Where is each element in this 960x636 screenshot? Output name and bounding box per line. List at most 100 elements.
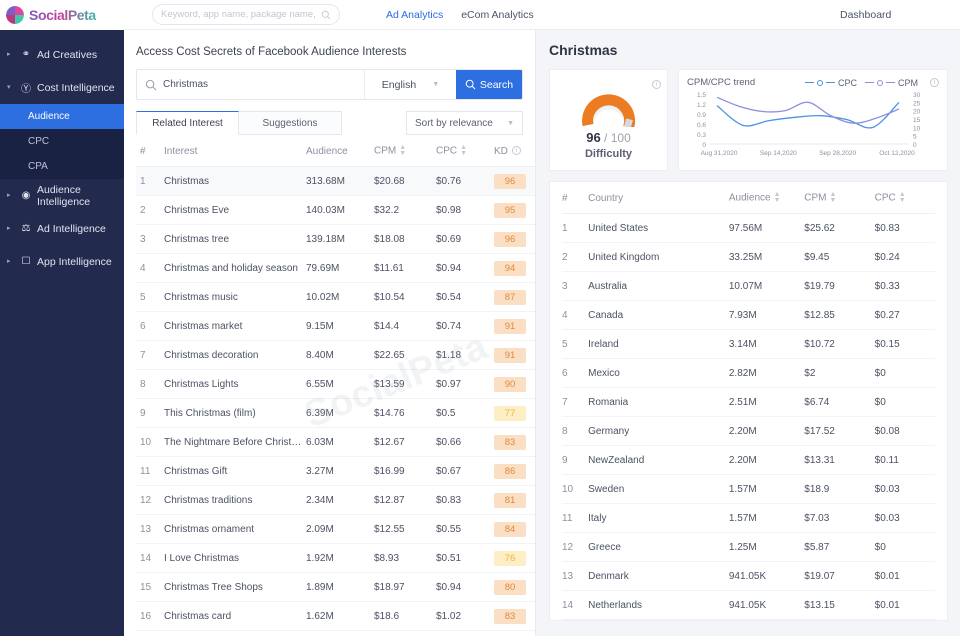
country-table-head: # Country Audience ▲ ▼ CPM ▲ ▼ CPC ▲ ▼: [562, 182, 935, 214]
sidebar-item-app-intelligence[interactable]: ▸ ☐ App Intelligence: [0, 245, 124, 278]
table-row[interactable]: 2 United Kingdom 33.25M $9.45 $0.24: [562, 242, 935, 272]
cell-audience: 313.68M: [306, 166, 374, 196]
table-row[interactable]: 9 NewZealand 2.20M $13.31 $0.11: [562, 445, 935, 475]
cell-kd: 77: [494, 398, 535, 428]
table-row[interactable]: 15 Christmas Tree Shops 1.89M $18.97 $0.94 80: [136, 572, 535, 602]
table-row[interactable]: 12 Greece 1.25M $5.87 $0: [562, 532, 935, 562]
sidebar-item-audience-intelligence[interactable]: ▸ ◉ Audience Intelligence: [0, 179, 124, 212]
table-row[interactable]: 1 Christmas 313.68M $20.68 $0.76 96: [136, 166, 535, 196]
cell-audience: 10.02M: [306, 282, 374, 312]
sidebar-item-audience[interactable]: Audience: [0, 104, 124, 129]
table-row[interactable]: 11 Christmas Gift 3.27M $16.99 $0.67 86: [136, 456, 535, 486]
brand-logo[interactable]: SocialPeta: [0, 0, 125, 30]
search-input[interactable]: [163, 79, 364, 90]
cell-rank: 10: [136, 427, 164, 457]
cell-interest[interactable]: Christmas and holiday season: [164, 253, 306, 283]
cell-interest[interactable]: I Love Christmas: [164, 543, 306, 573]
table-row[interactable]: 16 Christmas card 1.62M $18.6 $1.02 83: [136, 601, 535, 631]
sidebar-item-cpc[interactable]: CPC: [0, 129, 124, 154]
table-row[interactable]: 1 United States 97.56M $25.62 $0.83: [562, 213, 935, 243]
table-row[interactable]: 12 Christmas traditions 2.34M $12.87 $0.83 81: [136, 485, 535, 515]
cell-rank: 5: [136, 282, 164, 312]
table-row[interactable]: 4 Christmas and holiday season 79.69M $11.6…: [136, 253, 535, 283]
language-select[interactable]: English ▼: [364, 70, 456, 99]
cell-country: Italy: [588, 503, 729, 533]
cell-interest[interactable]: Christmas music: [164, 282, 306, 312]
keyword-field-wrap[interactable]: [137, 70, 364, 99]
table-row[interactable]: 7 Christmas decoration 8.40M $22.65 $1.18 91: [136, 340, 535, 370]
svg-text:0: 0: [702, 142, 706, 149]
legend-item-cpc[interactable]: CPC: [804, 78, 857, 88]
table-row[interactable]: 3 Australia 10.07M $19.79 $0.33: [562, 271, 935, 301]
cell-interest[interactable]: Christmas Gift: [164, 456, 306, 486]
cell-interest[interactable]: Christmas Tree Shops: [164, 572, 306, 602]
table-row[interactable]: 4 Canada 7.93M $12.85 $0.27: [562, 300, 935, 330]
search-button[interactable]: Search: [456, 70, 522, 99]
table-row[interactable]: 8 Christmas Lights 6.55M $13.59 $0.97 90: [136, 369, 535, 399]
nav-ad-analytics[interactable]: Ad Analytics: [386, 9, 443, 21]
cell-rank: 16: [136, 601, 164, 631]
table-row[interactable]: 5 Ireland 3.14M $10.72 $0.15: [562, 329, 935, 359]
tab-related-interest[interactable]: Related Interest: [136, 111, 239, 135]
col-header-cpc[interactable]: CPC ▲ ▼: [874, 182, 935, 214]
table-row[interactable]: 9 This Christmas (film) 6.39M $14.76 $0.5 77: [136, 398, 535, 428]
sidebar-item-label: Ad Creatives: [37, 48, 98, 61]
col-header-cpc[interactable]: CPC ▲ ▼: [436, 135, 494, 167]
svg-text:15: 15: [913, 117, 921, 124]
trend-legend: CPC CPM i: [804, 78, 939, 88]
cell-interest[interactable]: Christmas Lights: [164, 369, 306, 399]
sidebar-item-cpa[interactable]: CPA: [0, 154, 124, 179]
table-row[interactable]: 10 The Nightmare Before Christ… 6.03M $12.6…: [136, 427, 535, 457]
sidebar-item-ad-creatives[interactable]: ▸ ⚭ Ad Creatives: [0, 38, 124, 71]
cell-interest[interactable]: Christmas tree: [164, 224, 306, 254]
cell-cpc: $0.5: [436, 398, 494, 428]
global-search-input[interactable]: [161, 9, 317, 20]
table-row[interactable]: 14 Netherlands 941.05K $13.15 $0.01: [562, 590, 935, 620]
cell-interest[interactable]: The Nightmare Before Christ…: [164, 427, 306, 457]
table-row[interactable]: 13 Christmas ornament 2.09M $12.55 $0.55 84: [136, 514, 535, 544]
table-row[interactable]: 10 Sweden 1.57M $18.9 $0.03: [562, 474, 935, 504]
cell-interest[interactable]: This Christmas (film): [164, 398, 306, 428]
table-row[interactable]: 6 Mexico 2.82M $2 $0: [562, 358, 935, 388]
info-icon[interactable]: i: [652, 76, 661, 94]
cell-interest[interactable]: Christmas decoration: [164, 340, 306, 370]
table-header-row: # Country Audience ▲ ▼ CPM ▲ ▼ CPC ▲ ▼: [562, 182, 935, 214]
cell-interest[interactable]: Christmas ornament: [164, 514, 306, 544]
sort-select[interactable]: Sort by relevance ▼: [406, 111, 523, 135]
cell-cpm: $13.59: [374, 369, 436, 399]
interest-search-bar: English ▼ Search: [136, 69, 523, 100]
cell-audience: 1.62M: [306, 601, 374, 631]
table-row[interactable]: 8 Germany 2.20M $17.52 $0.08: [562, 416, 935, 446]
cell-interest[interactable]: Christmas: [164, 166, 306, 196]
col-header-audience[interactable]: Audience ▲ ▼: [728, 182, 805, 214]
nav-dashboard[interactable]: Dashboard: [840, 0, 891, 30]
difficulty-label: Difficulty: [584, 147, 633, 160]
tab-suggestions[interactable]: Suggestions: [239, 111, 342, 135]
sidebar-item-ad-intelligence[interactable]: ▸ ⚖ Ad Intelligence: [0, 212, 124, 245]
cell-rank: 11: [562, 503, 589, 533]
cell-cpm: $7.03: [804, 503, 875, 533]
cell-cpm: $18.97: [374, 572, 436, 602]
table-row[interactable]: 3 Christmas tree 139.18M $18.08 $0.69 96: [136, 224, 535, 254]
table-row[interactable]: 6 Christmas market 9.15M $14.4 $0.74 91: [136, 311, 535, 341]
col-header-cpm[interactable]: CPM ▲ ▼: [374, 135, 436, 167]
cell-interest[interactable]: Christmas card: [164, 601, 306, 631]
cell-cpc: $0: [874, 387, 935, 417]
nav-ecom-analytics[interactable]: eCom Analytics: [461, 9, 533, 21]
info-icon[interactable]: i: [930, 78, 939, 87]
cell-audience: 6.03M: [306, 427, 374, 457]
dollar-circle-icon: Ⓨ: [21, 84, 31, 95]
table-row[interactable]: 13 Denmark 941.05K $19.07 $0.01: [562, 561, 935, 591]
cell-interest[interactable]: Christmas Eve: [164, 195, 306, 225]
global-search[interactable]: [152, 4, 340, 25]
sidebar-item-cost-intelligence[interactable]: ▾ Ⓨ Cost Intelligence: [0, 71, 124, 104]
table-row[interactable]: 2 Christmas Eve 140.03M $32.2 $0.98 95: [136, 195, 535, 225]
cell-interest[interactable]: Christmas traditions: [164, 485, 306, 515]
legend-item-cpm[interactable]: CPM: [865, 78, 918, 88]
col-header-cpm[interactable]: CPM ▲ ▼: [804, 182, 875, 214]
table-row[interactable]: 7 Romania 2.51M $6.74 $0: [562, 387, 935, 417]
table-row[interactable]: 11 Italy 1.57M $7.03 $0.03: [562, 503, 935, 533]
cell-interest[interactable]: Christmas market: [164, 311, 306, 341]
table-row[interactable]: 5 Christmas music 10.02M $10.54 $0.54 87: [136, 282, 535, 312]
table-row[interactable]: 14 I Love Christmas 1.92M $8.93 $0.51 76: [136, 543, 535, 573]
